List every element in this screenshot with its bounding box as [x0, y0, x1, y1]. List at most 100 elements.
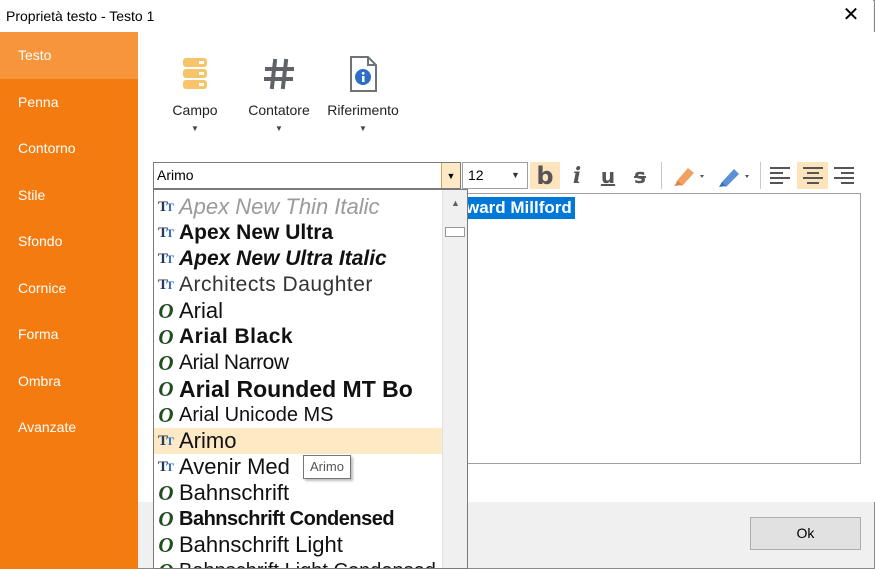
highlight-color-button[interactable] — [668, 162, 710, 189]
truetype-icon: TT — [157, 432, 175, 449]
font-list-item[interactable]: O Arial Narrow — [154, 350, 444, 376]
truetype-icon: TT — [157, 250, 175, 267]
bold-button[interactable]: b — [530, 161, 560, 190]
hash-icon — [243, 52, 315, 96]
truetype-icon: TT — [157, 224, 175, 241]
sidebar-item-forma[interactable]: Forma — [0, 311, 138, 358]
selected-text[interactable]: ward Millford — [466, 197, 575, 219]
sidebar-item-testo[interactable]: Testo — [0, 32, 138, 79]
window-title: Proprietà testo - Testo 1 — [6, 8, 155, 24]
ok-button[interactable]: Ok — [750, 517, 861, 550]
strikethrough-icon: s — [634, 163, 646, 188]
font-list-item[interactable]: O Arial Rounded MT Bo — [154, 376, 444, 402]
font-list-item[interactable]: TT Architects Daughter — [154, 272, 444, 298]
font-name: Arial Narrow — [179, 351, 289, 374]
truetype-icon: TT — [157, 198, 175, 215]
document-info-icon — [323, 52, 403, 96]
sidebar-item-contorno[interactable]: Contorno — [0, 125, 138, 172]
underline-icon: u — [600, 163, 616, 188]
riferimento-button[interactable]: Riferimento ▼ — [323, 52, 403, 133]
sidebar-item-cornice[interactable]: Cornice — [0, 265, 138, 312]
font-dropdown-arrow-icon[interactable]: ▼ — [441, 163, 460, 188]
scrollbar-thumb[interactable] — [445, 227, 465, 237]
sidebar-item-ombra[interactable]: Ombra — [0, 358, 138, 405]
sidebar: Testo Penna Contorno Stile Sfondo Cornic… — [0, 32, 138, 569]
font-name: Bahnschrift Condensed — [179, 507, 395, 530]
align-left-button[interactable] — [766, 162, 794, 189]
align-center-icon — [802, 166, 823, 184]
title-bar: Proprietà testo - Testo 1 ✕ — [0, 0, 873, 32]
font-list-item[interactable]: O Arial Unicode MS — [154, 402, 444, 428]
font-list-item[interactable]: O Arial — [154, 298, 444, 324]
sidebar-item-stile[interactable]: Stile — [0, 172, 138, 219]
underline-button[interactable]: u — [594, 162, 622, 189]
font-list-item[interactable]: O Bahnschrift — [154, 480, 444, 506]
contatore-label: Contatore — [248, 102, 310, 118]
field-stack-icon — [166, 52, 224, 96]
font-list-item[interactable]: TT Apex New Thin Italic — [154, 194, 444, 220]
chevron-down-icon: ▼ — [191, 124, 199, 133]
chevron-down-icon: ▼ — [359, 124, 367, 133]
opentype-icon: O — [158, 402, 174, 427]
opentype-icon: O — [158, 532, 174, 557]
riferimento-label: Riferimento — [327, 102, 399, 118]
font-name: Apex New Thin Italic — [179, 194, 380, 219]
align-center-button[interactable] — [797, 162, 828, 189]
font-name: Bahnschrift — [179, 480, 290, 505]
strikethrough-button[interactable]: s — [626, 162, 654, 189]
opentype-icon: O — [158, 324, 174, 349]
font-name: Architects Daughter — [179, 273, 373, 296]
font-list-item[interactable]: O Arial Black — [154, 324, 444, 350]
sidebar-item-avanzate[interactable]: Avanzate — [0, 404, 138, 451]
font-name: Arimo — [179, 428, 237, 453]
font-name: Apex New Ultra — [179, 221, 334, 244]
font-list-item[interactable]: O Bahnschrift Condensed — [154, 506, 444, 532]
campo-button[interactable]: Campo ▼ — [166, 52, 224, 133]
truetype-icon: TT — [157, 276, 175, 293]
font-list-item[interactable]: TT Apex New Ultra — [154, 220, 444, 246]
font-list-scrollbar[interactable]: ▲ — [442, 190, 467, 568]
opentype-icon: O — [158, 376, 174, 401]
opentype-icon: O — [158, 350, 174, 375]
font-list-item[interactable]: O Bahnschrift Light Condensed — [154, 558, 444, 569]
pen-color-icon — [719, 168, 749, 187]
toolbar-separator — [661, 162, 662, 189]
font-dropdown-list: TT Apex New Thin Italic TT Apex New Ultr… — [153, 189, 468, 569]
opentype-icon: O — [158, 298, 174, 323]
font-list-item-selected[interactable]: TT Arimo — [154, 428, 444, 454]
bold-icon: b — [536, 161, 554, 190]
font-list-item[interactable]: TT Avenir Med — [154, 454, 444, 480]
scroll-up-arrow-icon[interactable]: ▲ — [443, 191, 468, 215]
campo-label: Campo — [172, 102, 218, 118]
truetype-icon: TT — [157, 458, 175, 475]
chevron-down-icon: ▼ — [275, 124, 283, 133]
font-tooltip: Arimo — [303, 455, 351, 479]
close-button[interactable]: ✕ — [837, 4, 865, 28]
size-dropdown-arrow-icon[interactable]: ▼ — [511, 170, 520, 180]
align-right-button[interactable] — [830, 162, 858, 189]
sidebar-item-penna[interactable]: Penna — [0, 79, 138, 126]
align-right-icon — [834, 166, 854, 184]
highlighter-icon — [674, 167, 704, 186]
font-list-item[interactable]: TT Apex New Ultra Italic — [154, 246, 444, 272]
font-name: Arial Rounded MT Bo — [179, 376, 413, 402]
font-list-item[interactable]: O Bahnschrift Light — [154, 532, 444, 558]
font-name: Bahnschrift Light — [179, 532, 343, 557]
font-name: Avenir Med — [179, 454, 290, 479]
sidebar-item-sfondo[interactable]: Sfondo — [0, 218, 138, 265]
font-name: Arial Black — [179, 325, 294, 348]
italic-icon: i — [572, 162, 582, 189]
contatore-button[interactable]: Contatore ▼ — [243, 52, 315, 133]
font-name: Arial — [179, 298, 224, 323]
align-left-icon — [770, 166, 790, 184]
font-name: Arial Unicode MS — [179, 403, 334, 426]
text-editor[interactable] — [465, 193, 861, 464]
opentype-icon: O — [154, 559, 178, 569]
italic-button[interactable]: i — [563, 162, 591, 189]
text-color-button[interactable] — [713, 162, 755, 189]
font-name: Bahnschrift Light Condensed — [178, 560, 436, 569]
toolbar-separator — [760, 162, 761, 189]
font-family-combo[interactable]: Arimo — [153, 162, 461, 189]
opentype-icon: O — [158, 506, 174, 531]
opentype-icon: O — [158, 480, 174, 505]
